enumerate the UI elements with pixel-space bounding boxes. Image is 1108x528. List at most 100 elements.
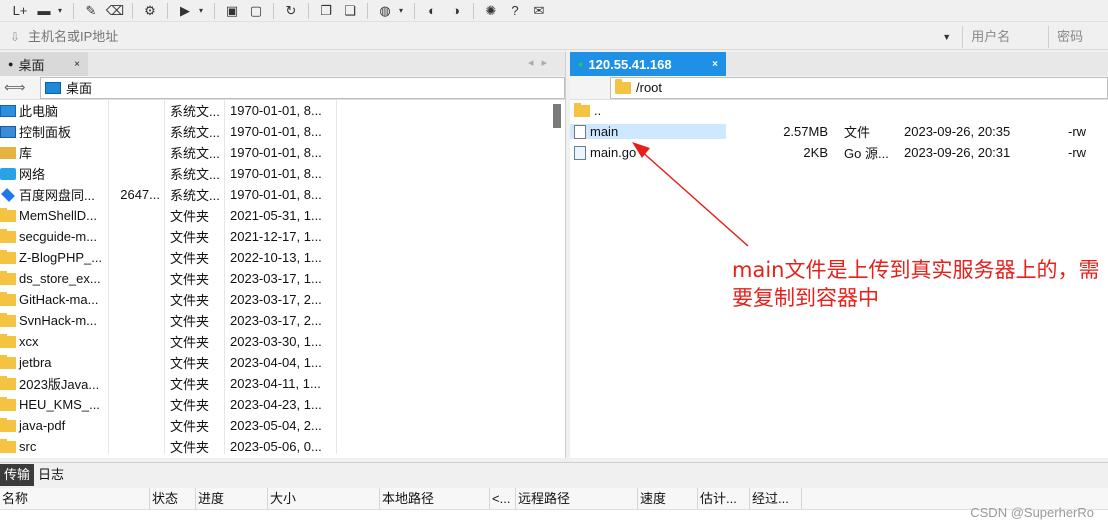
- sync-icon[interactable]: ◐: [422, 2, 442, 20]
- table-row[interactable]: ds_store_ex... 文件夹 2023-03-17, 1...: [0, 268, 565, 289]
- file-type: 文件夹: [170, 293, 210, 308]
- transfer-tabs: 传输 日志: [0, 462, 1108, 486]
- globe-icon[interactable]: ◍: [375, 2, 395, 20]
- table-row[interactable]: main.go 2KB Go 源... 2023-09-26, 20:31 -rw: [570, 142, 1108, 163]
- chevron-down-icon[interactable]: ▼: [942, 32, 956, 42]
- tab-transfer[interactable]: 传输: [0, 463, 35, 486]
- column-divider: [108, 100, 109, 454]
- chevron-down-icon[interactable]: ▾: [399, 6, 407, 15]
- host-icon: ⇩: [10, 29, 21, 44]
- toolbar: L+ ▬ ▾ ✎ ⌫ ⚙ ▶ ▾ ▣ ▢ ↻ ❐ ❏ ◍ ▾ ◐ ◑ ✺ ? ✉: [0, 0, 1108, 22]
- vertical-scrollbar[interactable]: [553, 102, 561, 454]
- folder-icon: [0, 355, 16, 369]
- parent-dir-row[interactable]: ..: [570, 100, 1108, 121]
- table-row[interactable]: 2023版Java... 文件夹 2023-04-11, 1...: [0, 373, 565, 394]
- file-name: Z-BlogPHP_...: [19, 250, 103, 265]
- gear-icon[interactable]: ✺: [481, 2, 501, 20]
- new-session-icon[interactable]: L+: [10, 2, 30, 20]
- column-header[interactable]: 估计...: [698, 487, 750, 510]
- close-icon[interactable]: ×: [74, 59, 80, 70]
- paste-icon[interactable]: ❏: [340, 2, 360, 20]
- back-forward-icon[interactable]: ⇐⇒: [0, 79, 40, 96]
- file-type: 文件夹: [170, 209, 210, 224]
- file-name: secguide-m...: [19, 229, 98, 244]
- column-header[interactable]: 大小: [268, 487, 380, 510]
- table-row[interactable]: secguide-m... 文件夹 2021-12-17, 1...: [0, 226, 565, 247]
- table-row[interactable]: GitHack-ma... 文件夹 2023-03-17, 2...: [0, 289, 565, 310]
- column-header[interactable]: 经过...: [750, 487, 802, 510]
- chat-icon[interactable]: ✉: [529, 2, 549, 20]
- local-path: 桌面: [66, 81, 93, 96]
- column-header[interactable]: 名称: [0, 487, 150, 510]
- file-name: 2023版Java...: [19, 377, 100, 392]
- tab-label: 桌面: [18, 57, 45, 73]
- tab-remote-server[interactable]: ● 120.55.41.168 ×: [570, 52, 726, 76]
- remote-pane: ● 120.55.41.168 × /root .. main 2.57MB 文件 2…: [570, 52, 1108, 458]
- local-path-input[interactable]: 桌面: [40, 76, 565, 99]
- chevron-down-icon[interactable]: ▾: [58, 6, 66, 15]
- close-icon[interactable]: ×: [712, 59, 718, 70]
- network-icon: [0, 167, 16, 180]
- file-size: 2.57MB: [783, 124, 828, 139]
- file-type: 文件: [844, 125, 871, 140]
- username-field[interactable]: 用户名: [962, 25, 1048, 48]
- table-row[interactable]: src 文件夹 2023-05-06, 0...: [0, 436, 565, 454]
- edit-icon[interactable]: ✎: [81, 2, 101, 20]
- column-header[interactable]: 本地路径: [380, 487, 490, 510]
- column-header[interactable]: 远程路径: [516, 487, 638, 510]
- control-panel-icon: [0, 125, 16, 138]
- file-date: 2023-09-26, 20:35: [904, 124, 1011, 139]
- folder-icon: [0, 313, 16, 327]
- table-row[interactable]: 库 系统文... 1970-01-01, 8...: [0, 142, 565, 163]
- transfer-table-header: 名称 状态 进度 大小 本地路径 <... 远程路径 速度 估计... 经过...: [0, 487, 1108, 510]
- password-field[interactable]: 密码: [1048, 25, 1108, 48]
- file-date: 2023-03-17, 2...: [230, 313, 322, 328]
- help-icon[interactable]: ?: [505, 2, 525, 20]
- chevron-down-icon[interactable]: ▾: [199, 6, 207, 15]
- tab-local-desktop[interactable]: ● 桌面 ×: [0, 52, 88, 76]
- table-row[interactable]: Z-BlogPHP_... 文件夹 2022-10-13, 1...: [0, 247, 565, 268]
- table-row[interactable]: 网络 系统文... 1970-01-01, 8...: [0, 163, 565, 184]
- file-date: 1970-01-01, 8...: [230, 103, 322, 118]
- column-header[interactable]: <...: [490, 487, 516, 510]
- clear-icon[interactable]: ⌫: [105, 2, 125, 20]
- compare-icon[interactable]: ◑: [446, 2, 466, 20]
- remote-path-input[interactable]: /root: [610, 76, 1108, 99]
- file-name: MemShellD...: [19, 208, 98, 223]
- desktop-icon: [45, 81, 61, 94]
- column-header[interactable]: 速度: [638, 487, 698, 510]
- toolbar-divider: [308, 2, 309, 19]
- table-row[interactable]: java-pdf 文件夹 2023-05-04, 2...: [0, 415, 565, 436]
- folder-icon: [0, 418, 16, 432]
- column-header[interactable]: 状态: [150, 487, 196, 510]
- scrollbar-thumb[interactable]: [553, 104, 561, 128]
- settings-icon[interactable]: ⚙: [140, 2, 160, 20]
- file-date: 2021-05-31, 1...: [230, 208, 322, 223]
- host-input[interactable]: [23, 25, 943, 48]
- file-name: src: [19, 439, 37, 454]
- table-row[interactable]: main 2.57MB 文件 2023-09-26, 20:35 -rw: [570, 121, 1108, 142]
- refresh-icon[interactable]: ↻: [281, 2, 301, 20]
- upload-icon[interactable]: ▣: [222, 2, 242, 20]
- table-row[interactable]: 控制面板 系统文... 1970-01-01, 8...: [0, 121, 565, 142]
- file-date: 2023-04-23, 1...: [230, 397, 322, 412]
- table-row[interactable]: xcx 文件夹 2023-03-30, 1...: [0, 331, 565, 352]
- table-row[interactable]: jetbra 文件夹 2023-04-04, 1...: [0, 352, 565, 373]
- open-folder-icon[interactable]: ▬: [34, 2, 54, 20]
- download-icon[interactable]: ▢: [246, 2, 266, 20]
- table-row[interactable]: SvnHack-m... 文件夹 2023-03-17, 2...: [0, 310, 565, 331]
- copy-icon[interactable]: ❐: [316, 2, 336, 20]
- column-header[interactable]: 进度: [196, 487, 268, 510]
- file-type: 系统文...: [170, 104, 220, 119]
- table-row[interactable]: 百度网盘同... 2647... 系统文... 1970-01-01, 8...: [0, 184, 565, 205]
- tab-log[interactable]: 日志: [34, 464, 68, 486]
- play-icon[interactable]: ▶: [175, 2, 195, 20]
- tab-scroll-arrows[interactable]: ◂▸: [528, 56, 555, 69]
- file-name: java-pdf: [19, 418, 66, 433]
- file-type: 文件夹: [170, 398, 210, 413]
- annotation-line-2: 要复制到容器中: [732, 286, 879, 310]
- table-row[interactable]: HEU_KMS_... 文件夹 2023-04-23, 1...: [0, 394, 565, 415]
- file-permissions: -rw: [1068, 145, 1087, 160]
- table-row[interactable]: MemShellD... 文件夹 2021-05-31, 1...: [0, 205, 565, 226]
- table-row[interactable]: 此电脑 系统文... 1970-01-01, 8...: [0, 100, 565, 121]
